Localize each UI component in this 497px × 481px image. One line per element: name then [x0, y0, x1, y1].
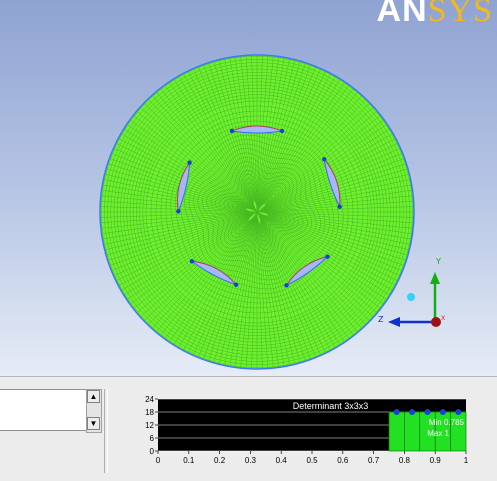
y-tick-label: 18: [145, 408, 154, 417]
z-axis-arrow: [388, 317, 400, 327]
scroll-up-button[interactable]: ▲: [87, 390, 100, 403]
y-axis-arrow: [430, 272, 440, 284]
histogram-bar: [388, 411, 405, 452]
histogram-bar-marker: [439, 409, 446, 415]
blade-vertex: [279, 128, 285, 134]
console-output[interactable]: [0, 389, 88, 431]
quality-histogram: 0 6 12 18 24 0 0.1 0.2 0.3 0.4 0.5 0.6 0.7 0.8 0.9 1 Det…: [145, 395, 469, 465]
x-tick-label: 0.5: [306, 456, 318, 465]
panel-divider[interactable]: [104, 389, 108, 473]
x-tick-label: 0.6: [337, 456, 349, 465]
y-tick-label: 12: [145, 421, 154, 430]
rotation-center-marker: [407, 293, 415, 301]
x-tick-label: 0.3: [245, 456, 257, 465]
x-tick-label: 0.9: [430, 456, 442, 465]
x-tick-label: 0: [156, 456, 161, 465]
x-axis-label: X: [441, 315, 445, 322]
z-axis-label: Z: [378, 315, 384, 324]
histogram-bar-marker: [455, 409, 462, 415]
histogram-bar-marker: [424, 409, 431, 415]
mesh-view[interactable]: Y Z X: [0, 0, 497, 376]
y-axis-label: Y: [435, 257, 441, 266]
mesh-disc: [99, 54, 415, 370]
blade-vertex: [229, 128, 235, 134]
bottom-panel: ▲ ▼ 0 6 12 18 24 0 0.1 0.2 0.3 0.4 0.5 0.6 0.7 0.8 0.9…: [0, 376, 497, 481]
x-tick-label: 0.2: [214, 456, 226, 465]
histogram-min-label: Min 0.785: [429, 418, 465, 427]
x-tick-label: 1: [464, 456, 469, 465]
graphics-viewport[interactable]: ANSYS Y Z X: [0, 0, 497, 376]
histogram-bar-marker: [409, 409, 416, 415]
histogram-title: Determinant 3x3x3: [293, 401, 369, 411]
histogram-bar: [404, 411, 421, 452]
console-scrollbar[interactable]: ▲ ▼: [86, 389, 102, 433]
x-axis-dot: [431, 317, 441, 327]
histogram-bar-marker: [393, 409, 400, 415]
x-tick-label: 0.8: [399, 456, 411, 465]
histogram-max-label: Max 1: [427, 429, 449, 438]
y-tick-label: 24: [145, 395, 154, 404]
scroll-down-button[interactable]: ▼: [87, 417, 100, 430]
x-tick-label: 0.1: [183, 456, 195, 465]
x-tick-label: 0.7: [368, 456, 380, 465]
y-tick-label: 0: [150, 447, 155, 456]
x-tick-label: 0.4: [276, 456, 288, 465]
y-tick-label: 6: [150, 434, 155, 443]
